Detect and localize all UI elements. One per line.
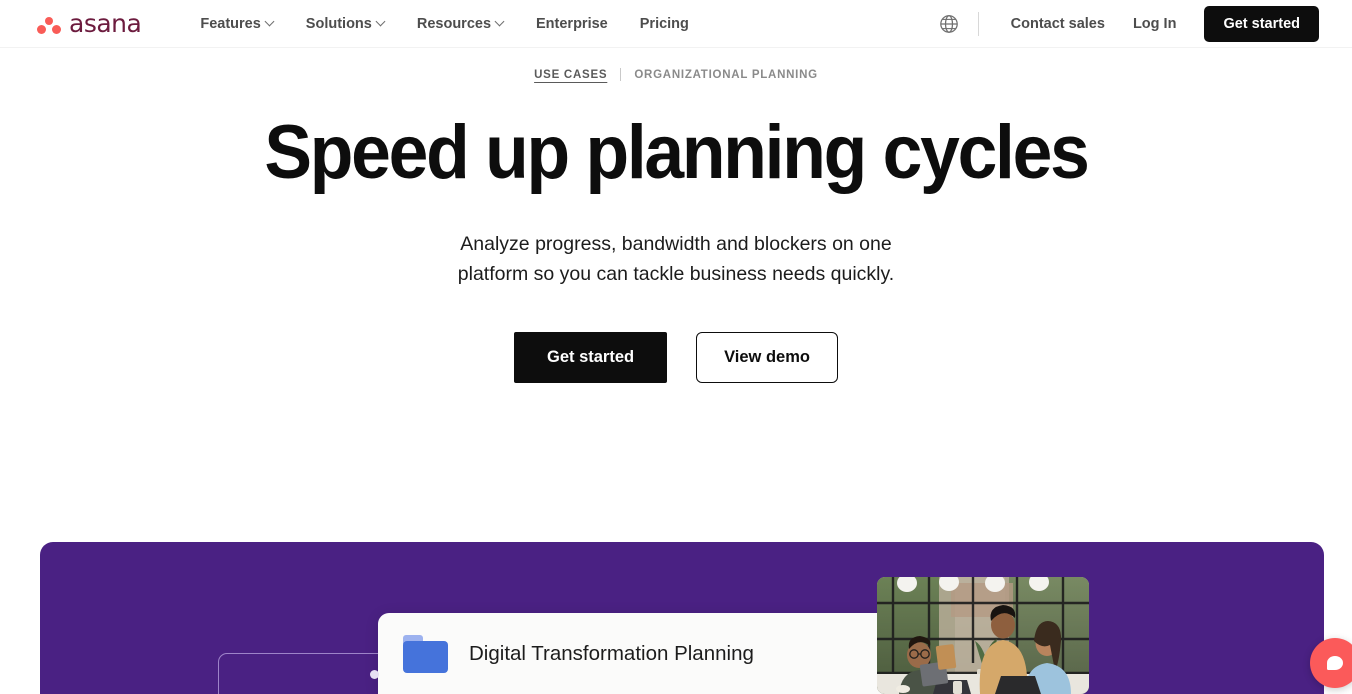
- nav-item-features[interactable]: Features: [184, 10, 289, 38]
- hero-get-started-button[interactable]: Get started: [513, 332, 668, 383]
- chat-bubble-icon: [1327, 656, 1343, 670]
- chevron-down-icon: [266, 18, 274, 26]
- nav-right-group: Contact sales Log In Get started: [934, 5, 1319, 42]
- team-collaboration-photo: [877, 577, 1089, 694]
- chevron-down-icon: [377, 18, 385, 26]
- contact-sales-link[interactable]: Contact sales: [997, 10, 1119, 38]
- nav-item-enterprise-label: Enterprise: [536, 15, 608, 32]
- nav-get-started-button[interactable]: Get started: [1204, 5, 1319, 42]
- breadcrumb-current-page: ORGANIZATIONAL PLANNING: [634, 68, 818, 81]
- breadcrumb-use-cases-link[interactable]: USE CASES: [534, 69, 607, 81]
- nav-item-solutions-label: Solutions: [305, 15, 372, 32]
- hero-view-demo-button[interactable]: View demo: [696, 332, 838, 383]
- asana-logo[interactable]: asana: [36, 9, 142, 38]
- hero-subtitle: Analyze progress, bandwidth and blockers…: [457, 233, 895, 285]
- chevron-down-icon: [496, 18, 504, 26]
- page-title: Speed up planning cycles: [264, 110, 1089, 195]
- nav-item-enterprise[interactable]: Enterprise: [520, 10, 624, 38]
- hero-section: USE CASES ORGANIZATIONAL PLANNING Speed …: [0, 48, 1352, 383]
- project-card[interactable]: Digital Transformation Planning: [378, 613, 918, 694]
- folder-icon: [403, 634, 448, 673]
- hero-cta-group: Get started View demo: [0, 332, 1352, 383]
- nav-item-features-label: Features: [200, 15, 261, 32]
- primary-nav-links: Features Solutions Resources Enterprise …: [184, 10, 705, 38]
- chat-support-widget-button[interactable]: [1310, 638, 1352, 688]
- nav-item-resources-label: Resources: [416, 15, 492, 32]
- breadcrumb: USE CASES ORGANIZATIONAL PLANNING: [0, 68, 1352, 81]
- breadcrumb-separator: [620, 68, 622, 81]
- asana-wordmark: asana: [69, 9, 142, 38]
- nav-item-pricing[interactable]: Pricing: [624, 10, 705, 38]
- nav-divider: [977, 11, 979, 36]
- log-in-link[interactable]: Log In: [1119, 10, 1191, 38]
- project-card-title: Digital Transformation Planning: [469, 641, 754, 665]
- nav-item-pricing-label: Pricing: [639, 15, 689, 32]
- nav-item-solutions[interactable]: Solutions: [290, 10, 401, 38]
- showcase-connector-dot: [370, 670, 379, 679]
- nav-item-resources[interactable]: Resources: [401, 10, 520, 38]
- asana-dots-icon: [36, 13, 62, 35]
- globe-icon[interactable]: [934, 9, 964, 39]
- top-navigation-bar: asana Features Solutions Resources Enter…: [0, 0, 1352, 48]
